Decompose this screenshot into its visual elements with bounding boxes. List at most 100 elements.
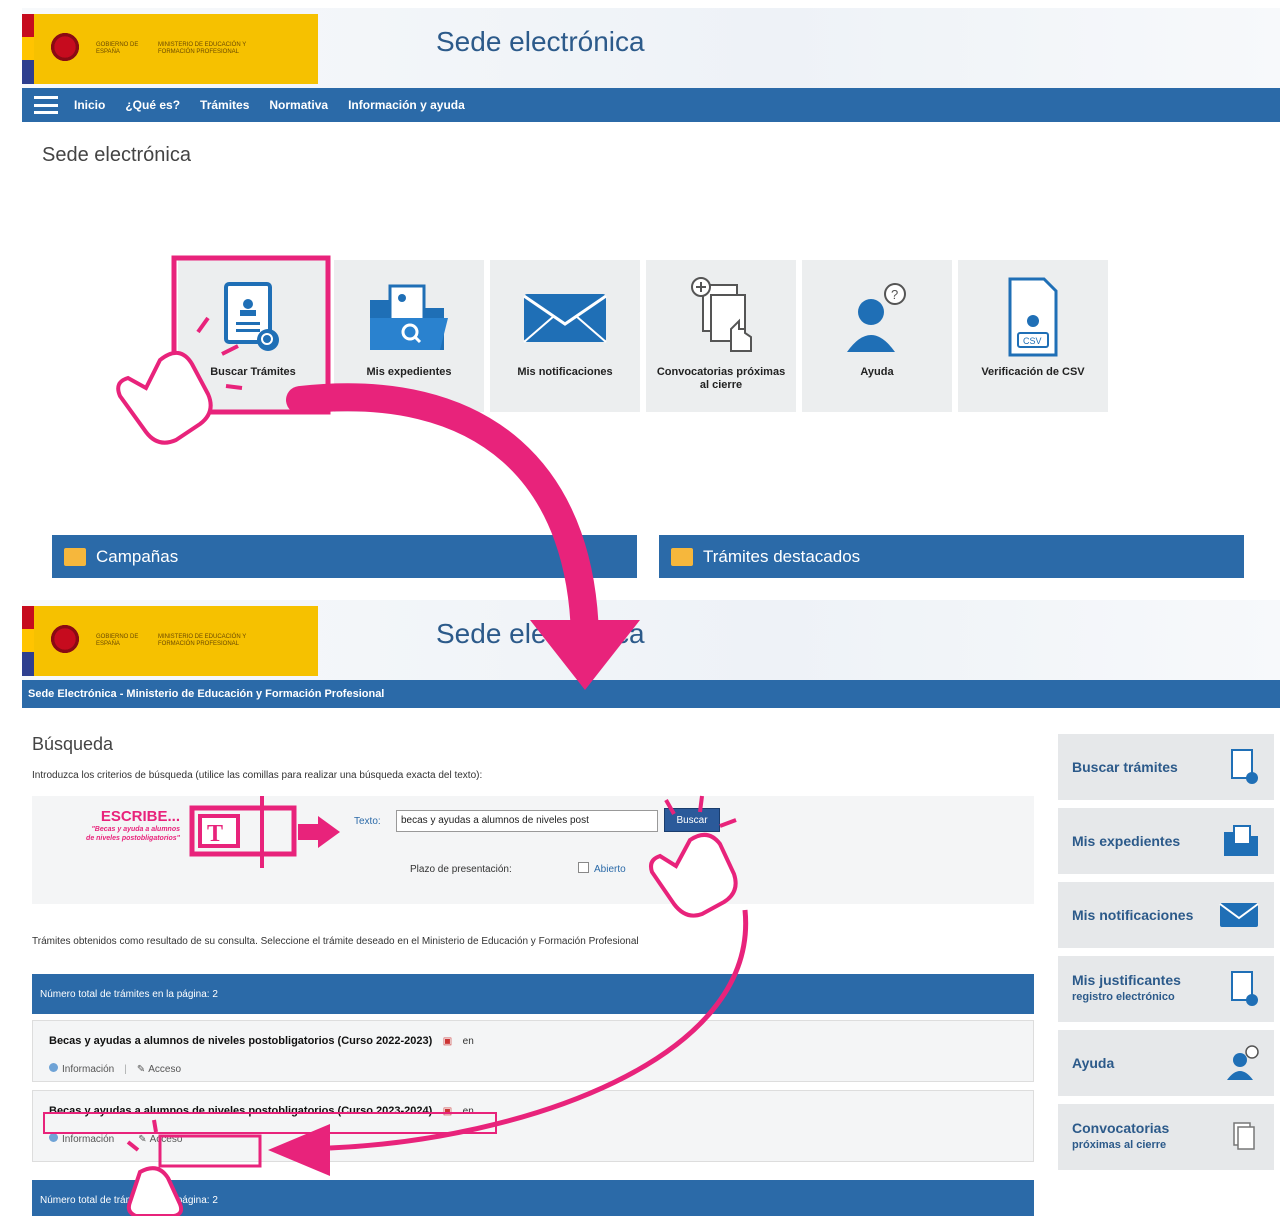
buscar-button[interactable]: Buscar xyxy=(664,808,720,832)
nav-item-informacion-ayuda[interactable]: Información y ayuda xyxy=(348,98,465,112)
abierto-checkbox[interactable] xyxy=(578,862,589,873)
sidebar-label: Mis notificaciones xyxy=(1072,906,1194,923)
main-nav: Inicio ¿Qué es? Trámites Normativa Infor… xyxy=(22,88,1280,122)
nav-item-tramites[interactable]: Trámites xyxy=(200,98,249,112)
abierto-label: Abierto xyxy=(594,864,626,875)
flag-strip xyxy=(22,14,34,84)
result-item: Becas y ayudas a alumnos de niveles post… xyxy=(32,1020,1034,1082)
result-links: Información | ✎ Acceso xyxy=(49,1063,1017,1075)
pencil-icon: ✎ xyxy=(136,1063,146,1075)
gov-header: GOBIERNO DE ESPAÑA MINISTERIO DE EDUCACI… xyxy=(22,8,1280,88)
pdf-icon[interactable]: ▣ xyxy=(443,1106,452,1117)
sidebar-item-ayuda[interactable]: Ayuda xyxy=(1058,1030,1274,1096)
document-search-icon xyxy=(218,270,288,366)
acceso-label: Acceso xyxy=(148,1063,182,1075)
tile-label: Mis notificaciones xyxy=(517,366,613,378)
document-icon xyxy=(671,548,693,566)
envelope-icon xyxy=(520,270,610,366)
result-title-row: Becas y ayudas a alumnos de niveles post… xyxy=(49,1031,1017,1049)
search-input[interactable]: becas y ayudas a alumnos de niveles post xyxy=(396,810,658,832)
tile-buscar-tramites[interactable]: Buscar Trámites xyxy=(178,260,328,412)
acceso-label: Acceso xyxy=(149,1133,183,1145)
nav-item-inicio[interactable]: Inicio xyxy=(74,98,105,112)
coat-of-arms-icon xyxy=(48,621,82,661)
informacion-label: Información xyxy=(62,1134,115,1145)
sidebar: Buscar trámites Mis expedientes Mis noti… xyxy=(1058,734,1274,1170)
receipt-icon xyxy=(1231,971,1258,1006)
panel-tramites-destacados[interactable]: Trámites destacados xyxy=(659,535,1244,578)
coat-of-arms-icon xyxy=(48,29,82,69)
documents-hand-icon xyxy=(1233,1122,1255,1150)
acceso-link[interactable]: ✎ Acceso xyxy=(137,1064,181,1075)
sidebar-label: Buscar trámites xyxy=(1072,758,1178,775)
nav-item-que-es[interactable]: ¿Qué es? xyxy=(125,98,180,112)
result-en: en xyxy=(462,1106,474,1117)
tile-label: Verificación de CSV xyxy=(981,366,1085,378)
envelope-icon xyxy=(1219,903,1259,927)
service-tiles: Buscar Trámites Mis expedientes Mis noti… xyxy=(178,260,1108,412)
svg-text:?: ? xyxy=(891,287,898,302)
search-form: Texto: becas y ayudas a alumnos de nivel… xyxy=(32,796,1034,904)
gov-text: GOBIERNO DE ESPAÑA xyxy=(96,634,139,647)
total-bar: Número total de trámites en la página: 2 xyxy=(32,1180,1034,1216)
result-title[interactable]: Becas y ayudas a alumnos de niveles post… xyxy=(49,1105,432,1117)
document-search-icon xyxy=(1231,749,1258,784)
site-title: Sede electrónica xyxy=(436,618,645,649)
sede-home-screen: GOBIERNO DE ESPAÑA MINISTERIO DE EDUCACI… xyxy=(22,8,1280,578)
tile-verificacion-csv[interactable]: CSV Verificación de CSV xyxy=(958,260,1108,412)
gov-header: GOBIERNO DE ESPAÑA MINISTERIO DE EDUCACI… xyxy=(22,600,1280,680)
sidebar-item-convocatorias[interactable]: Convocatorias próximas al cierre xyxy=(1058,1104,1274,1170)
tile-ayuda[interactable]: ? Ayuda xyxy=(802,260,952,412)
informacion-link[interactable]: Información xyxy=(49,1133,114,1145)
sidebar-item-mis-notificaciones[interactable]: Mis notificaciones xyxy=(1058,882,1274,948)
sidebar-item-mis-justificantes[interactable]: Mis justificantes registro electrónico xyxy=(1058,956,1274,1022)
sidebar-label: Mis justificantes registro electrónico xyxy=(1072,972,1212,1006)
pencil-icon: ✎ xyxy=(138,1133,147,1145)
gov-logo[interactable]: GOBIERNO DE ESPAÑA MINISTERIO DE EDUCACI… xyxy=(22,606,318,676)
escribe-quote: "Becas y ayuda a alumnos de niveles post… xyxy=(86,826,180,842)
gov-logo[interactable]: GOBIERNO DE ESPAÑA MINISTERIO DE EDUCACI… xyxy=(22,14,318,84)
search-intro: Introduzca los criterios de búsqueda (ut… xyxy=(32,770,483,781)
search-title: Búsqueda xyxy=(32,734,114,754)
result-title[interactable]: Becas y ayudas a alumnos de niveles post… xyxy=(49,1035,432,1047)
nav-item-normativa[interactable]: Normativa xyxy=(269,98,328,112)
site-title: Sede electrónica xyxy=(436,26,645,57)
folder-search-icon xyxy=(1224,825,1258,856)
sidebar-label: Mis expedientes xyxy=(1072,832,1181,849)
tile-mis-notificaciones[interactable]: Mis notificaciones xyxy=(490,260,640,412)
sidebar-label: Convocatorias próximas al cierre xyxy=(1072,1120,1212,1154)
plazo-label: Plazo de presentación: xyxy=(410,864,512,875)
tile-mis-expedientes[interactable]: Mis expedientes xyxy=(334,260,484,412)
total-bar: Número total de trámites en la página: 2 xyxy=(32,974,1034,1014)
sidebar-item-buscar-tramites[interactable]: Buscar trámites xyxy=(1058,734,1274,800)
result-links: Información ✎ Acceso xyxy=(49,1133,1017,1145)
gov-text: GOBIERNO DE ESPAÑA xyxy=(96,42,139,55)
sidebar-label: Ayuda xyxy=(1072,1054,1115,1071)
person-help-icon: ? xyxy=(837,270,917,366)
panel-campanas[interactable]: Campañas xyxy=(52,535,637,578)
informacion-link[interactable]: Información xyxy=(49,1063,114,1075)
ministry-text: MINISTERIO DE EDUCACIÓN Y FORMACIÓN PROF… xyxy=(158,42,247,55)
result-en: en xyxy=(462,1036,474,1047)
tile-convocatorias[interactable]: Convocatorias próximas al cierre xyxy=(646,260,796,412)
info-icon xyxy=(49,1063,58,1072)
tile-label: Convocatorias próximas al cierre xyxy=(656,366,786,391)
tile-label: Buscar Trámites xyxy=(210,366,296,378)
hamburger-menu-icon[interactable] xyxy=(34,96,58,114)
flag-strip xyxy=(22,606,34,676)
pdf-icon[interactable]: ▣ xyxy=(443,1036,452,1047)
result-item: Becas y ayudas a alumnos de niveles post… xyxy=(32,1090,1034,1162)
info-icon xyxy=(49,1133,58,1142)
site-bar[interactable]: Sede Electrónica - Ministerio de Educaci… xyxy=(22,680,1280,708)
svg-text:CSV: CSV xyxy=(1023,336,1042,346)
folder-search-icon xyxy=(364,270,454,366)
sidebar-item-mis-expedientes[interactable]: Mis expedientes xyxy=(1058,808,1274,874)
acceso-link[interactable]: ✎ Acceso xyxy=(138,1134,182,1145)
sidebar-sublabel: registro electrónico xyxy=(1072,991,1175,1003)
documents-hand-icon xyxy=(681,270,761,366)
informacion-label: Información xyxy=(62,1064,115,1075)
megaphone-icon xyxy=(64,548,86,566)
search-results-screen: GOBIERNO DE ESPAÑA MINISTERIO DE EDUCACI… xyxy=(22,600,1280,1216)
panel-title: Campañas xyxy=(96,547,179,566)
person-help-icon xyxy=(1227,1045,1259,1080)
